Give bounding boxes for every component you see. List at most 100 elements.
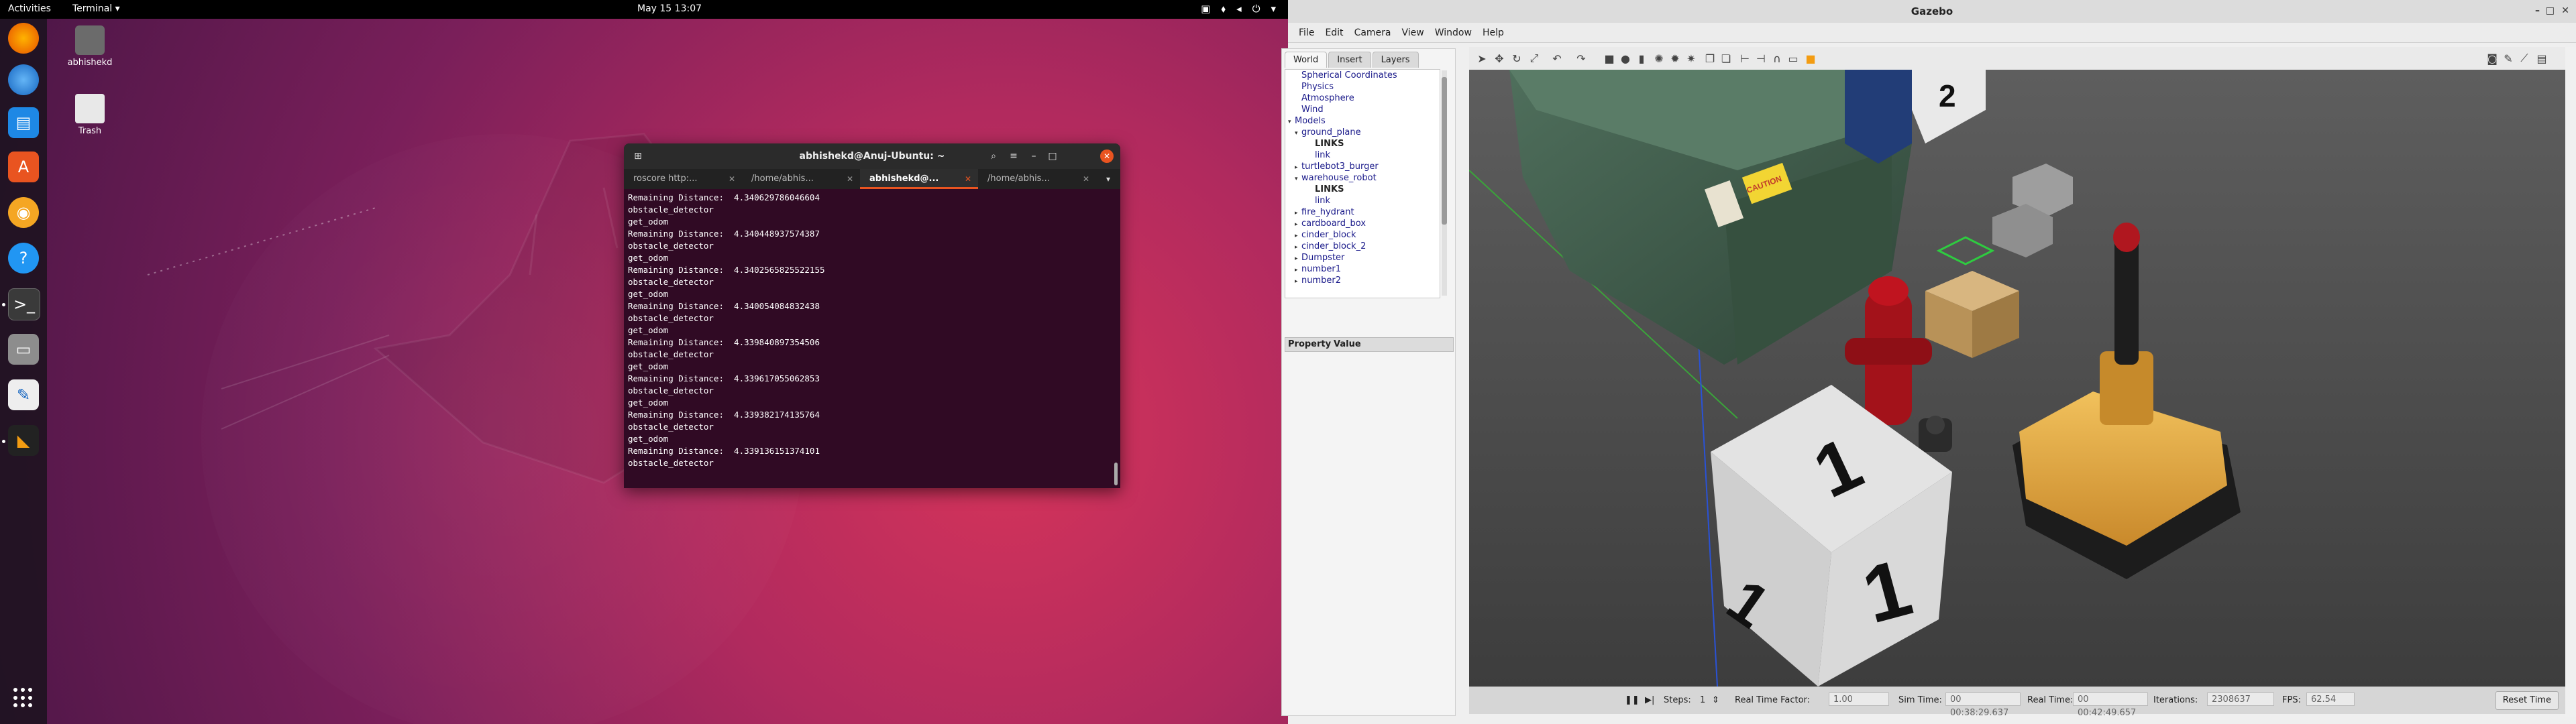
writer-icon[interactable]: ▤ (8, 107, 39, 138)
desktop-icon-trash[interactable]: Trash (50, 94, 130, 136)
terminal-tab[interactable]: roscore http:... ✕ (624, 169, 742, 189)
tab-layers[interactable]: Layers (1372, 52, 1419, 68)
tree-item[interactable]: ▸ number1 (1285, 263, 1440, 275)
tree-item[interactable]: Spherical Coordinates (1285, 70, 1440, 81)
tab-close-icon[interactable]: ✕ (965, 169, 971, 189)
desktop-icon-home[interactable]: abhishekd (50, 25, 130, 68)
activities-button[interactable]: Activities (8, 3, 51, 14)
point-light-icon[interactable]: ✺ (1652, 51, 1666, 66)
tab-close-icon[interactable]: ✕ (847, 169, 853, 189)
tree-item[interactable]: ▸ number2 (1285, 275, 1440, 286)
terminal-icon[interactable]: >_ (8, 288, 40, 320)
show-apps-icon[interactable] (13, 688, 34, 708)
tree-item[interactable]: ▾ ground_plane (1285, 127, 1440, 138)
redo-icon[interactable]: ↷ (1574, 51, 1589, 66)
tab-insert[interactable]: Insert (1328, 52, 1371, 68)
video-record-icon[interactable]: ▤ (2534, 51, 2549, 66)
menu-file[interactable]: File (1295, 23, 1318, 42)
step-icon[interactable]: ▶| (1645, 695, 1654, 705)
tree-item[interactable]: ▸ turtlebot3_burger (1285, 161, 1440, 172)
terminal-tab[interactable]: /home/abhis... ✕ (742, 169, 860, 189)
terminal-output[interactable]: Remaining Distance: 4.340629786046604 obs… (628, 192, 1097, 487)
tree-item[interactable]: ▸ Dumpster (1285, 252, 1440, 263)
box-shape-icon[interactable]: ■ (1602, 51, 1617, 66)
tree-item[interactable]: ▾ warehouse_robot (1285, 172, 1440, 184)
plot-icon[interactable]: ⟋ (2517, 51, 2532, 66)
magnet-icon[interactable]: ∩ (1770, 51, 1784, 66)
directional-light-icon[interactable]: ✷ (1684, 51, 1699, 66)
chevron-down-icon[interactable]: ▾ (1295, 128, 1301, 139)
copy-icon[interactable]: ❐ (1703, 51, 1717, 66)
steps-value[interactable]: 1 (1700, 695, 1705, 705)
menu-help[interactable]: Help (1479, 23, 1508, 42)
record-icon[interactable]: ■ (1803, 51, 1818, 66)
tree-item[interactable]: Physics (1285, 81, 1440, 93)
minimize-icon[interactable]: – (1025, 148, 1042, 164)
translate-icon[interactable]: ✥ (1492, 51, 1507, 66)
tree-scrollbar[interactable] (1442, 70, 1447, 296)
tree-item[interactable]: ▸ cinder_block (1285, 229, 1440, 241)
terminal-tab[interactable]: /home/abhis... ✕ (978, 169, 1096, 189)
pause-icon[interactable]: ❚❚ (1625, 695, 1640, 705)
close-icon[interactable]: ✕ (2561, 5, 2569, 16)
text-editor-icon[interactable]: ✎ (8, 379, 39, 410)
files-icon[interactable]: ▭ (8, 334, 39, 365)
app-menu[interactable]: Terminal ▾ (72, 3, 120, 14)
menu-window[interactable]: Window (1431, 23, 1476, 42)
log-icon[interactable]: ✎ (2501, 51, 2516, 66)
select-icon[interactable]: ➤ (1474, 51, 1489, 66)
tree-item[interactable]: ▸ fire_hydrant (1285, 206, 1440, 218)
chevron-down-icon[interactable]: ▾ (1288, 117, 1295, 128)
align-icon[interactable]: ⊢ (1737, 51, 1752, 66)
chevron-right-icon[interactable]: ▸ (1295, 276, 1301, 288)
rotate-icon[interactable]: ↻ (1509, 51, 1524, 66)
search-icon[interactable]: ⌕ (985, 148, 1002, 164)
maximize-icon[interactable]: □ (2546, 5, 2555, 16)
maximize-icon[interactable]: □ (1044, 148, 1061, 164)
tab-overflow-icon[interactable]: ▾ (1096, 169, 1120, 189)
screenshot-icon[interactable]: ◙ (2485, 51, 2500, 66)
system-tray[interactable]: ▣ ⬧ ◂ ⏻ ▾ (1201, 3, 1276, 15)
tree-item[interactable]: LINKS (1285, 138, 1440, 149)
undo-icon[interactable]: ↶ (1550, 51, 1564, 66)
tree-item[interactable]: ▾ Models (1285, 115, 1440, 127)
tree-item[interactable]: Atmosphere (1285, 93, 1440, 104)
close-icon[interactable]: ✕ (1100, 149, 1114, 163)
terminal-scrollbar[interactable] (1114, 463, 1118, 485)
gazebo-icon[interactable]: ◣ (8, 425, 39, 456)
snap-icon[interactable]: ⊣ (1754, 51, 1768, 66)
spot-light-icon[interactable]: ✹ (1668, 51, 1682, 66)
hamburger-menu-icon[interactable]: ≡ (1005, 148, 1022, 164)
sphere-shape-icon[interactable]: ● (1618, 51, 1633, 66)
thunderbird-icon[interactable] (8, 64, 39, 95)
tree-item[interactable]: link (1285, 149, 1440, 161)
menu-edit[interactable]: Edit (1321, 23, 1347, 42)
clock[interactable]: May 15 13:07 (637, 3, 702, 14)
tree-item[interactable]: ▸ cardboard_box (1285, 218, 1440, 229)
reset-time-button[interactable]: Reset Time (2495, 691, 2559, 710)
scale-icon[interactable]: ⤢ (1527, 51, 1542, 66)
menu-view[interactable]: View (1398, 23, 1428, 42)
tree-item[interactable]: ▸ cinder_block_2 (1285, 241, 1440, 252)
paste-icon[interactable]: ❏ (1719, 51, 1733, 66)
world-tree[interactable]: Spherical Coordinates Physics Atmosphere Wi… (1285, 69, 1440, 298)
firefox-icon[interactable] (8, 23, 39, 54)
tree-item[interactable]: Wind (1285, 104, 1440, 115)
gazebo-viewport[interactable]: CAUTION 2 1 1 1 (1469, 70, 2565, 686)
tree-item[interactable]: LINKS (1285, 184, 1440, 195)
cylinder-shape-icon[interactable]: ▮ (1634, 51, 1649, 66)
tab-close-icon[interactable]: ✕ (729, 169, 735, 189)
chevron-down-icon[interactable]: ▾ (1295, 174, 1301, 185)
steps-spinner-icon[interactable]: ⇕ (1712, 695, 1719, 705)
tree-item[interactable]: link (1285, 195, 1440, 206)
rhythmbox-icon[interactable]: ◉ (8, 197, 39, 228)
minimize-icon[interactable]: – (2535, 5, 2540, 16)
terminal-tab-active[interactable]: abhishekd@... ✕ (860, 169, 978, 189)
tab-world[interactable]: World (1285, 52, 1328, 68)
menu-camera[interactable]: Camera (1350, 23, 1395, 42)
help-icon[interactable]: ? (8, 243, 39, 274)
right-panel-toggle[interactable] (2565, 47, 2576, 717)
tab-close-icon[interactable]: ✕ (1083, 169, 1089, 189)
software-icon[interactable]: A (8, 152, 39, 182)
view-angle-icon[interactable]: ▭ (1786, 51, 1801, 66)
